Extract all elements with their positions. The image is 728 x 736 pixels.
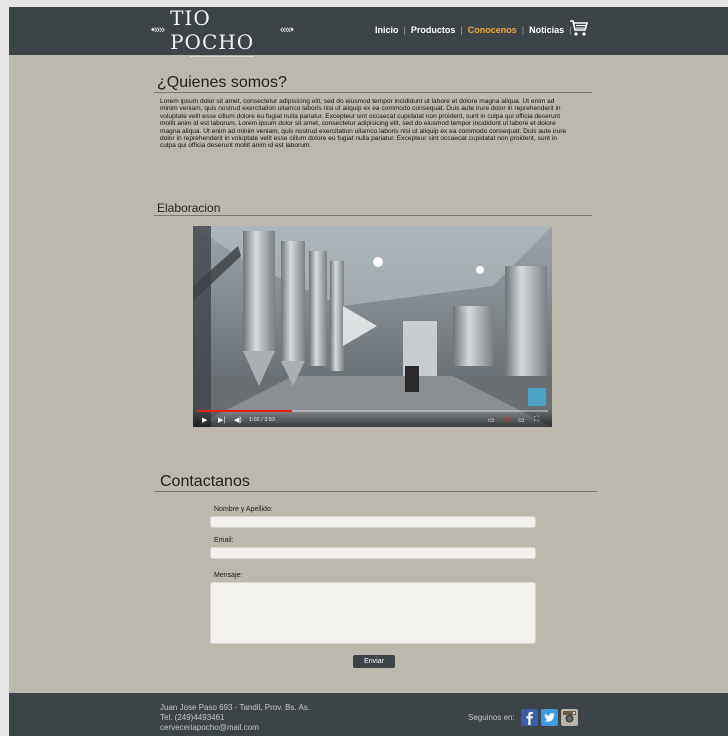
logo-right-ornament: ««• bbox=[279, 24, 294, 36]
submit-button[interactable]: Enviar bbox=[353, 655, 395, 668]
follow-label: Seguinos en: bbox=[468, 713, 515, 722]
nav-separator: | bbox=[403, 25, 406, 35]
theater-icon[interactable]: ▭ bbox=[518, 416, 525, 424]
contact-divider bbox=[154, 491, 597, 492]
video-time: 1:02 / 3:53 bbox=[249, 417, 275, 423]
play-icon[interactable]: ▶ bbox=[202, 416, 207, 424]
settings-icon[interactable]: ⚙ bbox=[504, 416, 510, 424]
footer-email[interactable]: cerveceriapocho@mail.com bbox=[160, 723, 310, 733]
elaboracion-divider bbox=[154, 215, 592, 216]
logo-left-ornament: •»» bbox=[151, 24, 165, 36]
name-field[interactable] bbox=[210, 516, 536, 528]
about-divider bbox=[154, 92, 592, 93]
site-footer: Juan Jose Paso 693 - Tandil, Prov. Bs. A… bbox=[9, 693, 728, 736]
nav-separator: | bbox=[521, 25, 525, 35]
logo-text: TIO POCHO bbox=[168, 7, 276, 57]
nav-noticias[interactable]: Noticias bbox=[529, 25, 564, 35]
nav-productos[interactable]: Productos bbox=[411, 25, 456, 35]
fullscreen-icon[interactable]: ⛶ bbox=[534, 416, 539, 424]
cart-icon[interactable] bbox=[569, 19, 589, 37]
email-label: Email: bbox=[214, 537, 234, 544]
message-field[interactable] bbox=[210, 582, 536, 644]
nav-conocenos[interactable]: Conocenos bbox=[468, 25, 517, 35]
logo[interactable]: •»» TIO POCHO ««• bbox=[151, 7, 294, 57]
facebook-icon[interactable] bbox=[521, 709, 538, 726]
twitter-icon[interactable] bbox=[541, 709, 558, 726]
footer-contact: Juan Jose Paso 693 - Tandil, Prov. Bs. A… bbox=[160, 703, 310, 733]
site-header: •»» TIO POCHO ««• Inicio | Productos | C… bbox=[9, 7, 728, 57]
about-title: ¿Quienes somos? bbox=[157, 74, 287, 91]
footer-phone: Tel. (249)4493461 bbox=[160, 713, 225, 722]
next-icon[interactable]: ▶| bbox=[218, 416, 225, 424]
subtitles-icon[interactable]: ▭ bbox=[488, 416, 495, 424]
name-label: Nombre y Apellido: bbox=[214, 506, 273, 513]
instagram-icon[interactable] bbox=[561, 709, 578, 726]
footer-address: Juan Jose Paso 693 - Tandil, Prov. Bs. A… bbox=[160, 703, 311, 712]
main-nav: Inicio | Productos | Conocenos | Noticia… bbox=[375, 25, 576, 35]
elaboracion-title: Elaboracion bbox=[157, 201, 221, 215]
about-text: Lorem ipsum dolor sit amet, consectetur … bbox=[160, 98, 567, 150]
nav-separator: | bbox=[460, 25, 463, 35]
video-progress-bar[interactable] bbox=[197, 410, 548, 412]
page: •»» TIO POCHO ««• Inicio | Productos | C… bbox=[9, 7, 728, 736]
volume-icon[interactable]: ◀) bbox=[234, 416, 242, 424]
video-progress-fill bbox=[197, 410, 292, 412]
play-overlay-icon[interactable] bbox=[343, 306, 377, 346]
email-field[interactable] bbox=[210, 547, 536, 559]
message-label: Mensaje: bbox=[214, 572, 243, 579]
nav-inicio[interactable]: Inicio bbox=[375, 25, 399, 35]
video-player[interactable]: ▶ ▶| ◀) 1:02 / 3:53 ▭ ⚙ ▭ ⛶ bbox=[193, 226, 552, 427]
contact-title: Contactanos bbox=[160, 473, 250, 490]
